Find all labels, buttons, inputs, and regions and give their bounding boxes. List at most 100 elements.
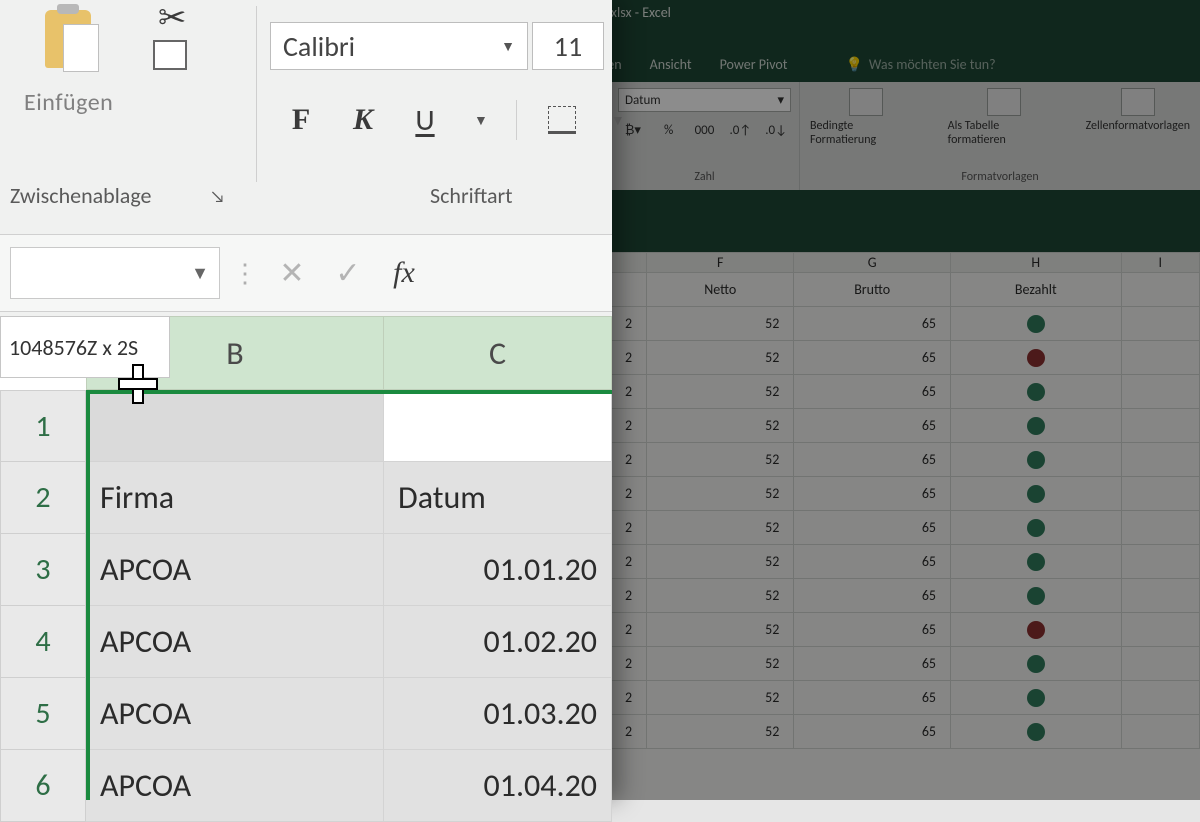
cell-b2[interactable]: Firma: [86, 462, 384, 534]
cell-b4[interactable]: APCOA: [86, 606, 384, 678]
table-row[interactable]: 25265: [611, 545, 1200, 579]
increase-decimal-button[interactable]: .0↑: [725, 118, 755, 142]
divider: [516, 100, 517, 140]
conditional-formatting-button[interactable]: Bedingte Formatierung: [810, 88, 922, 147]
number-format-combo[interactable]: Datum▾: [618, 88, 791, 112]
comma-style-button[interactable]: 000: [690, 118, 720, 142]
confirm-formula-button[interactable]: ✓: [326, 251, 370, 295]
cell-styles-icon: [1121, 88, 1155, 116]
status-dot-icon: [1027, 417, 1045, 435]
cell-b3[interactable]: APCOA: [86, 534, 384, 606]
group-label-font: Schriftart: [430, 182, 513, 209]
group-label-styles: Formatvorlagen: [810, 170, 1190, 184]
paste-button[interactable]: Einfügen: [24, 10, 113, 117]
row-header-4[interactable]: 4: [0, 606, 86, 678]
spreadsheet-zoom[interactable]: 1048576Z x 2S B C 1 2 3 4 5 6 FirmaDatum…: [0, 316, 612, 800]
row-header-1[interactable]: 1: [0, 390, 86, 462]
row-header-2[interactable]: 2: [0, 462, 86, 534]
name-box[interactable]: ▼: [10, 247, 220, 299]
status-dot-icon: [1027, 519, 1045, 537]
col-header-h[interactable]: H: [951, 253, 1122, 273]
percent-button[interactable]: %: [654, 118, 684, 142]
conditional-formatting-icon: [849, 88, 883, 116]
cell-c3[interactable]: 01.01.20: [384, 534, 612, 606]
insert-function-button[interactable]: fx: [382, 251, 426, 295]
chevron-down-icon: ▼: [191, 262, 209, 284]
font-name-combo[interactable]: Calibri ▼: [270, 22, 528, 70]
col-header-c[interactable]: C: [384, 316, 612, 390]
italic-button[interactable]: K: [346, 102, 380, 138]
table-header-brutto[interactable]: Brutto: [794, 273, 951, 307]
selection-size-label: 1048576Z x 2S: [0, 316, 170, 378]
table-row[interactable]: 25265: [611, 579, 1200, 613]
table-row[interactable]: 25265: [611, 409, 1200, 443]
cell-b6[interactable]: APCOA: [86, 750, 384, 822]
col-header-i[interactable]: I: [1121, 253, 1199, 273]
status-dot-icon: [1027, 723, 1045, 741]
cell-c1[interactable]: [384, 390, 612, 462]
bold-button[interactable]: F: [284, 102, 318, 138]
table-row[interactable]: 25265: [611, 715, 1200, 749]
table-row[interactable]: 25265: [611, 647, 1200, 681]
status-dot-icon: [1027, 553, 1045, 571]
table-row[interactable]: 25265: [611, 341, 1200, 375]
background-spreadsheet[interactable]: F G H I Netto Brutto Bezahlt 25265252652…: [610, 252, 1200, 800]
tab-view[interactable]: Ansicht: [650, 56, 692, 73]
paste-icon: [37, 10, 101, 78]
cell-c4[interactable]: 01.02.20: [384, 606, 612, 678]
group-label-number: Zahl: [618, 170, 791, 184]
format-painter-button[interactable]: [158, 74, 198, 93]
chevron-down-icon[interactable]: ▼: [611, 112, 625, 129]
paste-label: Einfügen: [24, 88, 113, 117]
tell-me[interactable]: 💡 Was möchten Sie tun?: [845, 56, 995, 73]
cell-c5[interactable]: 01.03.20: [384, 678, 612, 750]
ribbon-right: Datum▾ ₿▾ % 000 .0↑ .0↓ Zahl Bedingte Fo…: [610, 82, 1200, 190]
table-row[interactable]: 25265: [611, 613, 1200, 647]
col-header-g[interactable]: G: [794, 253, 951, 273]
formula-bar: ▼ ⋮ ✕ ✓ fx: [0, 234, 612, 312]
cell-c6[interactable]: 01.04.20: [384, 750, 612, 822]
status-dot-icon: [1027, 587, 1045, 605]
table-row[interactable]: 25265: [611, 681, 1200, 715]
table-row[interactable]: 25265: [611, 511, 1200, 545]
cell-b5[interactable]: APCOA: [86, 678, 384, 750]
row-header-5[interactable]: 5: [0, 678, 86, 750]
table-row[interactable]: 25265: [611, 477, 1200, 511]
row-header-3[interactable]: 3: [0, 534, 86, 606]
cell-c2[interactable]: Datum: [384, 462, 612, 534]
status-dot-icon: [1027, 621, 1045, 639]
tab-powerpivot[interactable]: Power Pivot: [720, 56, 788, 73]
cell-b1[interactable]: [86, 390, 384, 462]
status-dot-icon: [1027, 383, 1045, 401]
table-icon: [987, 88, 1021, 116]
status-dot-icon: [1027, 485, 1045, 503]
status-dot-icon: [1027, 451, 1045, 469]
table-header-bezahlt[interactable]: Bezahlt: [951, 273, 1122, 307]
row-header-6[interactable]: 6: [0, 750, 86, 822]
table-row[interactable]: 25265: [611, 443, 1200, 477]
group-label-clipboard: Zwischenablage: [10, 182, 151, 209]
decrease-decimal-button[interactable]: .0↓: [761, 118, 791, 142]
chevron-down-icon[interactable]: ▼: [474, 112, 488, 129]
col-header-f[interactable]: F: [647, 253, 794, 273]
font-size-combo[interactable]: 11: [532, 22, 604, 70]
cut-button[interactable]: ✂: [158, 0, 187, 39]
cell-styles-button[interactable]: Zellenformatvorlagen: [1086, 88, 1190, 147]
format-as-table-button[interactable]: Als Tabelle formatieren: [948, 88, 1060, 147]
lightbulb-icon: 💡: [845, 56, 862, 73]
table-row[interactable]: 25265: [611, 307, 1200, 341]
borders-button[interactable]: [545, 102, 579, 138]
clipboard-launcher[interactable]: ↘: [210, 186, 225, 207]
status-dot-icon: [1027, 349, 1045, 367]
status-dot-icon: [1027, 315, 1045, 333]
copy-button[interactable]: [158, 47, 162, 66]
chevron-down-icon: ▾: [777, 93, 784, 108]
status-dot-icon: [1027, 655, 1045, 673]
cancel-formula-button[interactable]: ✕: [270, 251, 314, 295]
table-row[interactable]: 25265: [611, 375, 1200, 409]
underline-button[interactable]: U: [408, 102, 442, 138]
status-dot-icon: [1027, 689, 1045, 707]
copy-icon: [158, 45, 162, 68]
chevron-down-icon: ▼: [501, 38, 515, 55]
table-header-netto[interactable]: Netto: [647, 273, 794, 307]
